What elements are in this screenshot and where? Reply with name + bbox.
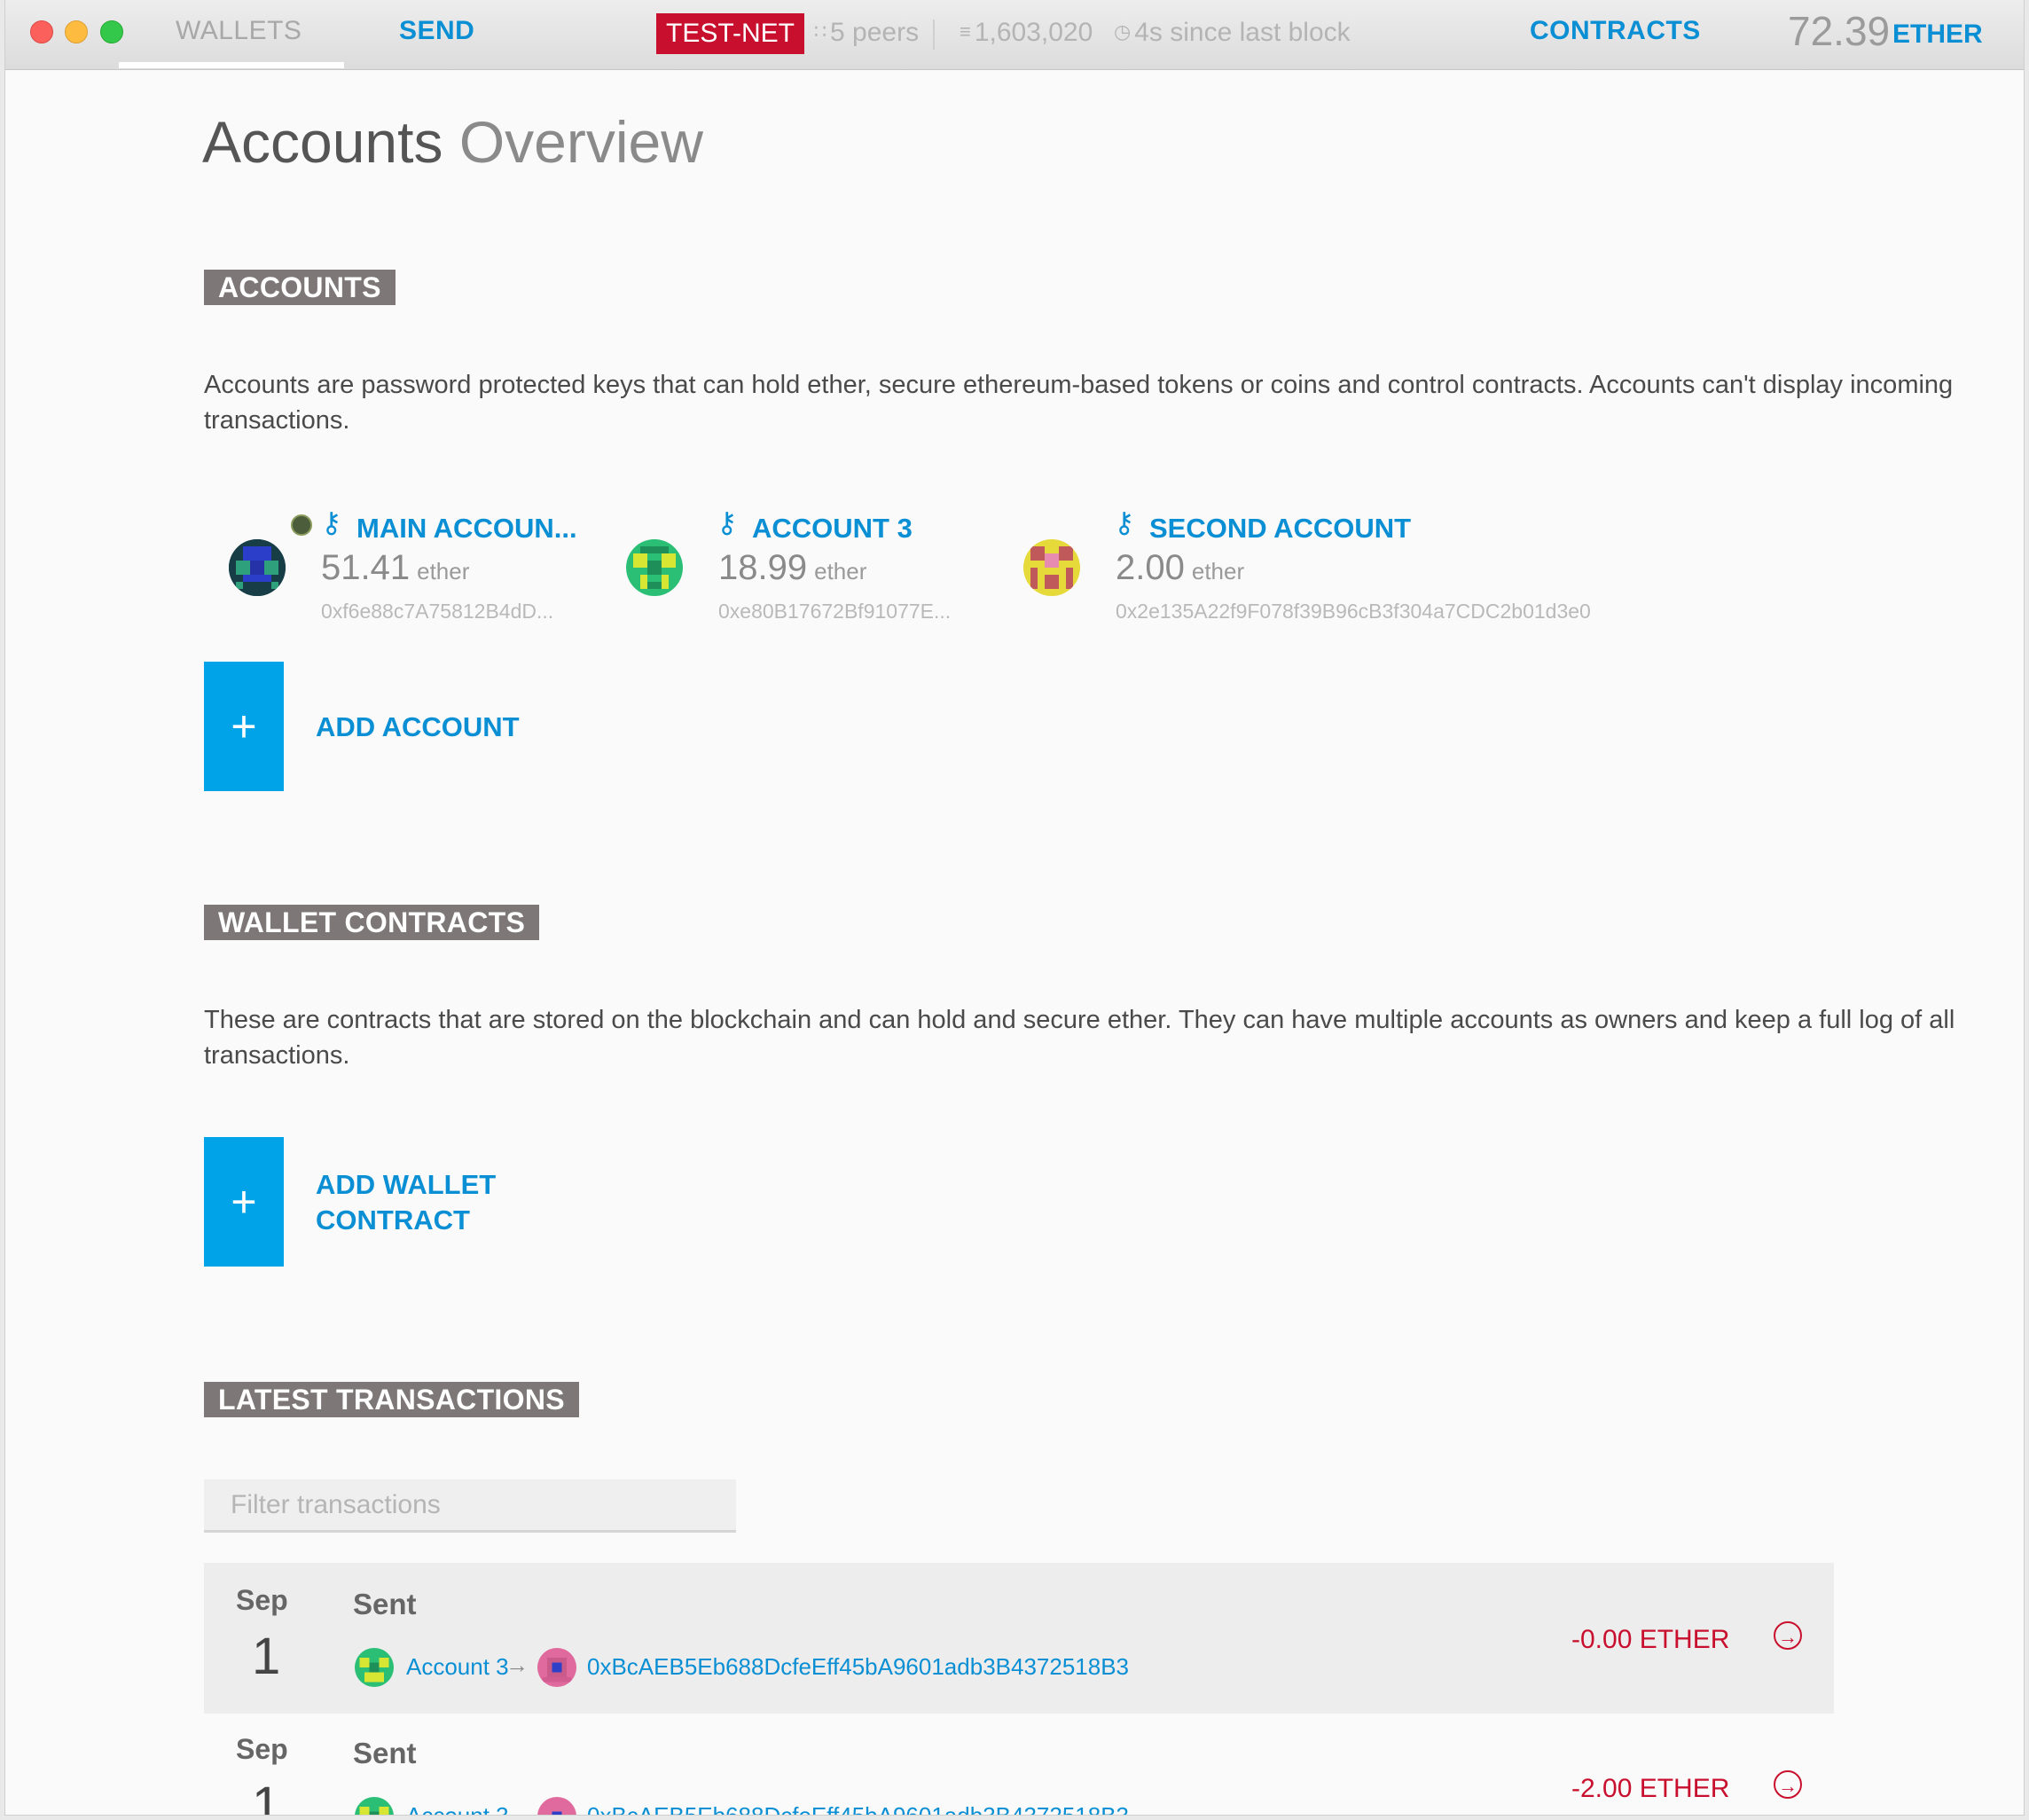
add-wallet-label-line1: ADD WALLET bbox=[316, 1169, 497, 1200]
page-title-bold: Accounts bbox=[202, 109, 443, 175]
account-address: 0xe80B17672Bf91077E... bbox=[718, 600, 952, 623]
last-block-time: 4s since last block bbox=[1134, 18, 1351, 47]
account-balance-value: 2.00 bbox=[1116, 548, 1185, 587]
add-account-label[interactable]: ADD ACCOUNT bbox=[316, 710, 520, 745]
peers-count: 5 peers bbox=[830, 18, 920, 47]
account-card-main[interactable]: ⚷ MAIN ACCOUN... 51.41 ether 0xf6e88c7A75… bbox=[137, 506, 577, 639]
block-info: ≡ 1,603,020 bbox=[960, 18, 1093, 48]
add-wallet-contract-label[interactable]: ADD WALLET CONTRACT bbox=[316, 1167, 496, 1238]
add-wallet-label-line2: CONTRACT bbox=[316, 1204, 470, 1236]
account-address: 0x2e135A22f9F078f39B96cB3f304a7CDC2b01d3… bbox=[1116, 600, 1591, 623]
tx-type: Sent bbox=[353, 1588, 417, 1620]
active-tab-indicator bbox=[119, 62, 344, 68]
page-title-light: Overview bbox=[458, 109, 703, 175]
tx-type: Sent bbox=[353, 1737, 417, 1769]
window-minimize-button[interactable] bbox=[65, 20, 88, 43]
arrow-right-icon: → bbox=[505, 1800, 529, 1815]
app-window: WALLETS SEND TEST-NET ∷ 5 peers ≡ 1,603,02… bbox=[5, 0, 2024, 1815]
latest-transactions-heading: LATEST TRANSACTIONS bbox=[204, 1382, 579, 1417]
account-name[interactable]: SECOND ACCOUNT bbox=[1149, 513, 1411, 545]
account-balance-value: 18.99 bbox=[718, 548, 808, 587]
account-balance: 2.00 ether bbox=[1116, 548, 1244, 588]
nav-wallets-tab[interactable]: WALLETS bbox=[176, 16, 302, 46]
key-icon: ⚷ bbox=[717, 506, 738, 538]
add-wallet-contract-button[interactable]: + bbox=[204, 1137, 284, 1267]
default-account-indicator bbox=[291, 514, 312, 536]
filter-transactions-input[interactable] bbox=[204, 1479, 736, 1533]
window-close-button[interactable] bbox=[30, 20, 53, 43]
account-name[interactable]: ACCOUNT 3 bbox=[752, 513, 913, 545]
account-card-second[interactable]: ⚷ SECOND ACCOUNT 2.00 ether 0x2e135A22f9F… bbox=[931, 506, 1605, 639]
rss-icon: ∷ bbox=[814, 20, 826, 43]
key-icon: ⚷ bbox=[321, 506, 342, 538]
tx-to-address[interactable]: 0xBcAEB5Eb688DcfeEff45bA9601adb3B4372518… bbox=[587, 1802, 1129, 1815]
last-block-info: ◷ 4s since last block bbox=[1114, 18, 1351, 48]
account-card-3[interactable]: ⚷ ACCOUNT 3 18.99 ether 0xe80B17672Bf9107… bbox=[534, 506, 951, 639]
account-address: 0xf6e88c7A75812B4dD... bbox=[321, 600, 554, 623]
identicon-pink bbox=[537, 1797, 576, 1815]
account-balance-unit: ether bbox=[417, 558, 470, 584]
page-title: Accounts Overview bbox=[202, 108, 703, 176]
transaction-row[interactable]: Sep 1 Sent Account 3 → 0xBcAEB5Eb688Dcfe… bbox=[204, 1712, 1834, 1815]
identicon-green bbox=[626, 539, 683, 596]
network-badge: TEST-NET bbox=[656, 13, 805, 54]
add-account-button[interactable]: + bbox=[204, 662, 284, 791]
accounts-heading: ACCOUNTS bbox=[204, 270, 396, 305]
wallet-contracts-heading: WALLET CONTRACTS bbox=[204, 905, 540, 940]
tx-amount: -2.00 ETHER bbox=[1571, 1774, 1730, 1803]
identicon-pink bbox=[537, 1648, 576, 1687]
key-icon: ⚷ bbox=[1114, 506, 1135, 538]
account-balance: 51.41 ether bbox=[321, 548, 469, 588]
account-balance-unit: ether bbox=[1191, 558, 1245, 584]
layers-icon: ≡ bbox=[960, 20, 971, 43]
identicon-yellow bbox=[1023, 539, 1080, 596]
arrow-circle-right-icon[interactable]: → bbox=[1774, 1621, 1802, 1650]
tx-from-account[interactable]: Account 3 bbox=[406, 1802, 509, 1815]
tx-month: Sep bbox=[236, 1733, 288, 1765]
total-balance-unit: ETHER bbox=[1892, 20, 1983, 49]
accounts-description: Accounts are password protected keys tha… bbox=[204, 371, 1954, 435]
arrow-circle-right-icon[interactable]: → bbox=[1774, 1770, 1802, 1799]
top-nav-bar: WALLETS SEND TEST-NET ∷ 5 peers ≡ 1,603,02… bbox=[5, 0, 2024, 70]
arrow-right-icon: → bbox=[505, 1651, 529, 1678]
peers-info: ∷ 5 peers bbox=[814, 18, 919, 48]
tx-to-address[interactable]: 0xBcAEB5Eb688DcfeEff45bA9601adb3B4372518… bbox=[587, 1653, 1129, 1681]
tx-day: 1 bbox=[252, 1628, 281, 1685]
identicon-green bbox=[355, 1648, 394, 1687]
tx-amount: -0.00 ETHER bbox=[1571, 1625, 1730, 1654]
nav-divider bbox=[933, 20, 935, 50]
tx-day: 1 bbox=[252, 1777, 281, 1815]
total-balance: 72.39 bbox=[1788, 8, 1891, 54]
account-balance: 18.99 ether bbox=[718, 548, 866, 588]
window-maximize-button[interactable] bbox=[100, 20, 123, 43]
clock-icon: ◷ bbox=[1114, 20, 1132, 43]
transaction-row[interactable]: Sep 1 Sent Account 3 → 0xBcAEB5Eb688Dcfe… bbox=[204, 1563, 1834, 1714]
tx-month: Sep bbox=[236, 1584, 288, 1616]
account-balance-value: 51.41 bbox=[321, 548, 411, 587]
tx-from-account[interactable]: Account 3 bbox=[406, 1653, 509, 1681]
identicon-dark bbox=[229, 539, 286, 596]
nav-contracts-tab[interactable]: CONTRACTS bbox=[1530, 16, 1701, 46]
identicon-green bbox=[355, 1797, 394, 1815]
block-number: 1,603,020 bbox=[974, 18, 1093, 47]
wallet-contracts-description: These are contracts that are stored on t… bbox=[204, 1006, 1955, 1070]
account-balance-unit: ether bbox=[814, 558, 867, 584]
nav-send-tab[interactable]: SEND bbox=[399, 16, 474, 46]
